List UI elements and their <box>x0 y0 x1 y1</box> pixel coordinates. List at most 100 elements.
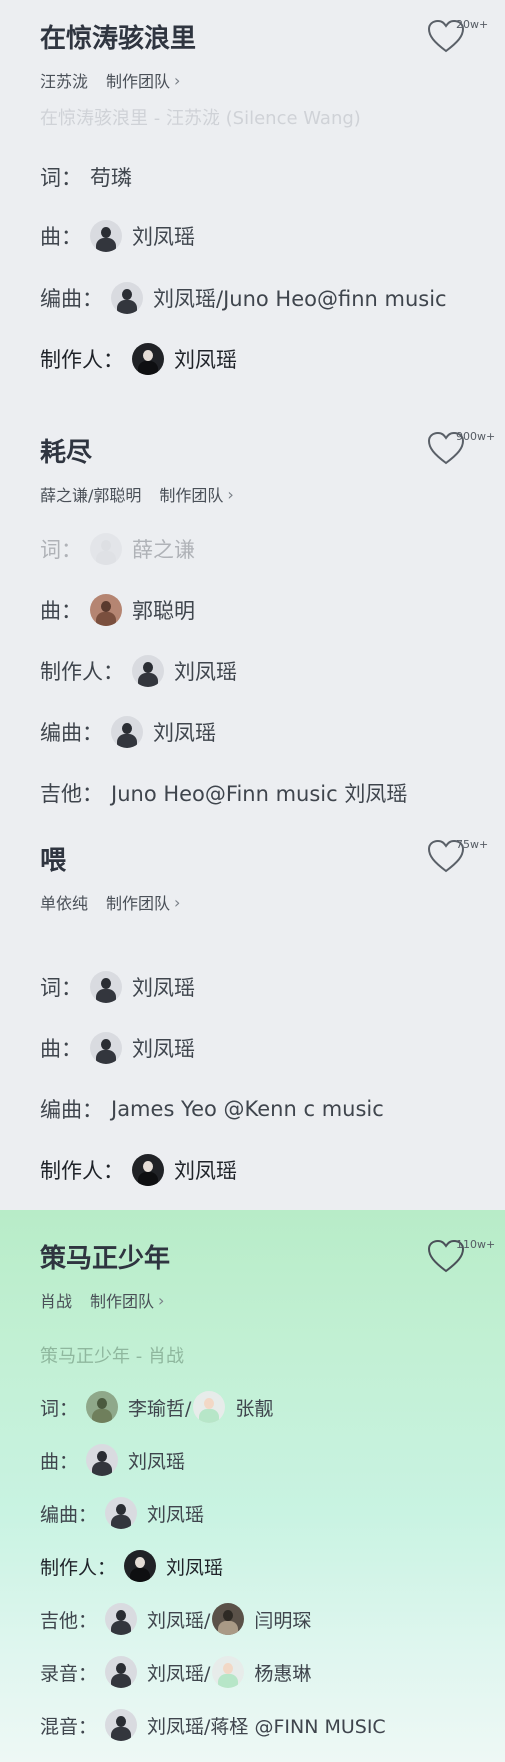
credit-name[interactable]: 刘凤瑶 <box>132 221 195 251</box>
credit-row: 词： 苟璘 <box>40 160 132 194</box>
avatar[interactable] <box>132 1154 164 1186</box>
avatar[interactable] <box>90 1032 122 1064</box>
credit-row: 曲： 刘凤瑶 <box>40 1443 185 1477</box>
credit-name[interactable]: 刘凤瑶 <box>166 1553 223 1580</box>
avatar[interactable] <box>90 533 122 565</box>
credit-row: 词： 刘凤瑶 <box>40 970 195 1004</box>
production-team-link[interactable]: 制作团队 › <box>90 1288 164 1312</box>
artist-line: 单依纯 制作团队 › <box>40 890 180 914</box>
credit-label: 混音： <box>40 1715 98 1738</box>
credit-name-2[interactable]: 闫明琛 <box>254 1606 311 1633</box>
production-team-link[interactable]: 制作团队 › <box>106 68 180 92</box>
credit-label: 制作人： <box>40 1556 117 1579</box>
chevron-right-icon: › <box>174 70 181 90</box>
song-card-4: 策马正少年 110w+ 肖战 制作团队 › 策马正少年 - 肖战 词： 李瑜哲/… <box>0 1210 505 1762</box>
avatar[interactable] <box>111 282 143 314</box>
production-team-link[interactable]: 制作团队 › <box>159 482 233 506</box>
chevron-right-icon: › <box>227 484 234 504</box>
credit-row: 编曲： 刘凤瑶 <box>40 1496 204 1530</box>
song-title: 策马正少年 <box>40 1244 171 1274</box>
avatar[interactable] <box>132 655 164 687</box>
credit-row: 吉他： 刘凤瑶/ 闫明琛 <box>40 1602 311 1636</box>
like-count: 20w+ <box>456 18 489 31</box>
artist-line: 肖战 制作团队 › <box>40 1288 164 1312</box>
avatar[interactable] <box>90 220 122 252</box>
avatar[interactable] <box>111 716 143 748</box>
credit-name[interactable]: 刘凤瑶/Juno Heo@finn music <box>153 283 447 313</box>
production-team-label: 制作团队 <box>90 1292 155 1311</box>
artist-name[interactable]: 肖战 <box>40 1288 72 1312</box>
artist-name[interactable]: 薛之谦/郭聪明 <box>40 482 141 506</box>
production-team-label: 制作团队 <box>159 486 224 505</box>
credit-label: 词： <box>40 1397 79 1420</box>
credit-label: 编曲： <box>40 1098 103 1122</box>
artist-line: 汪苏泷 制作团队 › <box>40 68 180 92</box>
credit-row: 词： 薛之谦 <box>40 532 195 566</box>
credit-name[interactable]: 刘凤瑶 <box>174 344 237 374</box>
credit-label: 曲： <box>40 599 82 623</box>
avatar[interactable] <box>105 1497 138 1529</box>
credit-row: 吉他： Juno Heo@Finn music 刘凤瑶 <box>40 776 407 810</box>
credit-label: 制作人： <box>40 660 124 684</box>
credit-row: 曲： 郭聪明 <box>40 593 195 627</box>
credit-label: 编曲： <box>40 1503 98 1526</box>
avatar[interactable] <box>86 1391 119 1423</box>
credit-name[interactable]: James Yeo @Kenn c music <box>111 1097 384 1121</box>
credit-row: 编曲： James Yeo @Kenn c music <box>40 1092 384 1126</box>
credit-name[interactable]: 苟璘 <box>90 162 132 192</box>
avatar[interactable] <box>90 971 122 1003</box>
production-team-link[interactable]: 制作团队 › <box>106 890 180 914</box>
song-card-2: 耗尽 900w+ 薛之谦/郭聪明 制作团队 › 词： 薛之谦 曲： 郭聪明 制作… <box>0 400 505 810</box>
credit-name[interactable]: 李瑜哲/ <box>128 1394 191 1421</box>
chevron-right-icon: › <box>158 1290 165 1310</box>
song-title: 喂 <box>40 846 67 876</box>
credit-name[interactable]: 薛之谦 <box>132 534 195 564</box>
avatar[interactable] <box>193 1391 226 1423</box>
song-title: 在惊涛骇浪里 <box>40 24 197 54</box>
credit-label: 制作人： <box>40 1159 124 1183</box>
credit-name[interactable]: 刘凤瑶 <box>132 972 195 1002</box>
credit-name[interactable]: 刘凤瑶/ <box>147 1659 210 1686</box>
credit-name[interactable]: 刘凤瑶/ <box>147 1606 210 1633</box>
avatar[interactable] <box>105 1656 138 1688</box>
artist-name[interactable]: 单依纯 <box>40 890 88 914</box>
avatar[interactable] <box>86 1444 119 1476</box>
credit-name[interactable]: 刘凤瑶 <box>132 1033 195 1063</box>
avatar[interactable] <box>132 343 164 375</box>
artist-name[interactable]: 汪苏泷 <box>40 68 88 92</box>
credit-name[interactable]: 刘凤瑶 <box>147 1500 204 1527</box>
credit-name[interactable]: Juno Heo@Finn music 刘凤瑶 <box>111 778 407 808</box>
credit-row: 词： 李瑜哲/ 张靓 <box>40 1390 273 1424</box>
song-card-3: 喂 75w+ 单依纯 制作团队 › 词： 刘凤瑶 曲： 刘凤瑶 编曲： Jame… <box>0 810 505 1210</box>
credit-row: 制作人： 刘凤瑶 <box>40 1153 237 1187</box>
like-count: 75w+ <box>456 838 489 851</box>
chevron-right-icon: › <box>174 892 181 912</box>
avatar[interactable] <box>212 1656 245 1688</box>
credit-label: 编曲： <box>40 721 103 745</box>
avatar[interactable] <box>105 1603 138 1635</box>
credit-name-2[interactable]: 杨惠琳 <box>254 1659 311 1686</box>
production-team-label: 制作团队 <box>106 72 171 91</box>
avatar[interactable] <box>124 1550 157 1582</box>
credit-name[interactable]: 刘凤瑶/蒋柽 @FINN MUSIC <box>147 1712 386 1739</box>
credit-name[interactable]: 刘凤瑶 <box>174 656 237 686</box>
credit-row: 编曲： 刘凤瑶 <box>40 715 216 749</box>
credit-label: 编曲： <box>40 287 103 311</box>
like-count: 110w+ <box>456 1238 496 1251</box>
credit-label: 吉他： <box>40 1609 98 1632</box>
avatar[interactable] <box>90 594 122 626</box>
avatar[interactable] <box>212 1603 245 1635</box>
credit-label: 制作人： <box>40 348 124 372</box>
song-card-1: 在惊涛骇浪里 20w+ 汪苏泷 制作团队 › 在惊涛骇浪里 - 汪苏泷 (Sil… <box>0 0 505 400</box>
credit-name[interactable]: 刘凤瑶 <box>153 717 216 747</box>
production-team-label: 制作团队 <box>106 894 171 913</box>
credit-name[interactable]: 郭聪明 <box>132 595 195 625</box>
credit-name[interactable]: 刘凤瑶 <box>174 1155 237 1185</box>
credit-name[interactable]: 刘凤瑶 <box>128 1447 185 1474</box>
credit-label: 吉他： <box>40 782 103 806</box>
credit-name-2[interactable]: 张靓 <box>235 1394 273 1421</box>
credit-row: 录音： 刘凤瑶/ 杨惠琳 <box>40 1655 311 1689</box>
avatar[interactable] <box>105 1709 138 1741</box>
like-count: 900w+ <box>456 430 496 443</box>
song-subtitle: 在惊涛骇浪里 - 汪苏泷 (Silence Wang) <box>40 108 361 129</box>
